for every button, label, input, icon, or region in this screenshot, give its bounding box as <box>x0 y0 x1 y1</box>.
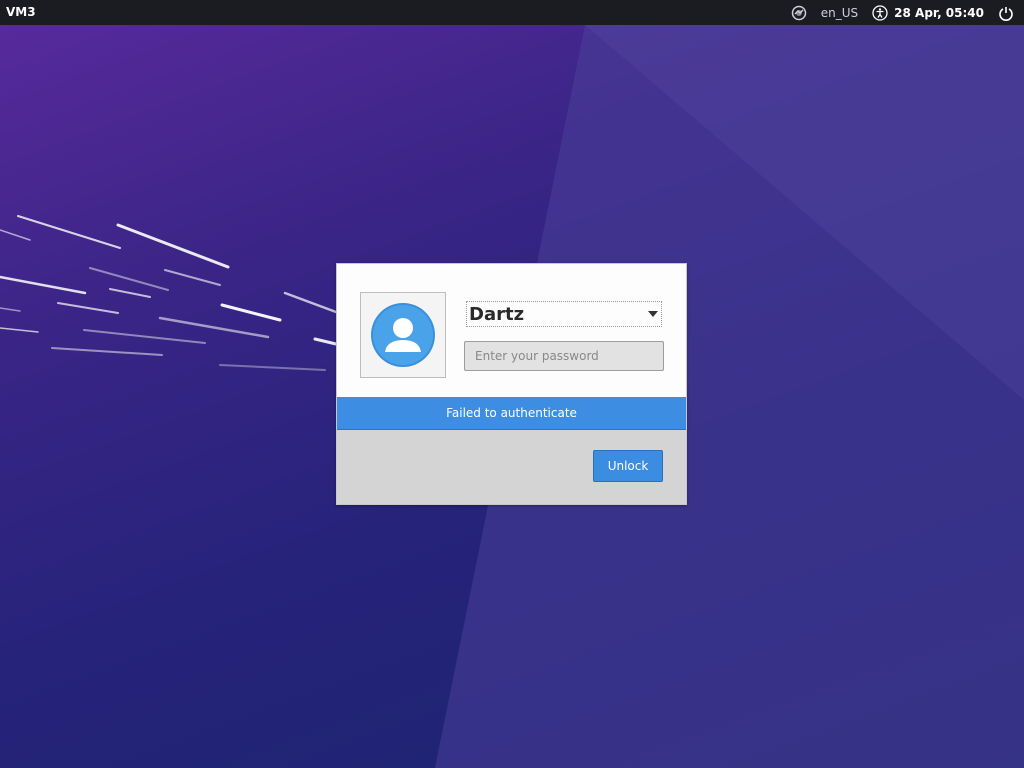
dialog-footer: Unlock <box>337 430 686 504</box>
network-icon[interactable] <box>791 5 807 21</box>
avatar <box>360 292 446 378</box>
password-field[interactable] <box>464 341 664 371</box>
error-message-bar: Failed to authenticate <box>337 397 686 430</box>
hostname-label: VM3 <box>6 5 36 19</box>
unlock-dialog: Dartz Failed to authenticate Unlock <box>336 263 687 505</box>
username-label: Dartz <box>469 303 525 325</box>
unlock-button[interactable]: Unlock <box>593 450 663 482</box>
system-tray: en_US 28 Apr, 05:40 <box>777 0 1014 25</box>
user-select-dropdown[interactable]: Dartz <box>466 301 662 327</box>
accessibility-icon[interactable]: 28 Apr, 05:40 <box>872 4 984 21</box>
datetime-label[interactable]: 28 Apr, 05:40 <box>894 6 984 20</box>
power-icon[interactable] <box>998 5 1014 21</box>
chevron-down-icon <box>648 311 658 317</box>
light-streaks <box>0 215 338 371</box>
error-message: Failed to authenticate <box>446 406 577 420</box>
top-panel: VM3 en_US 28 Apr, 05:40 <box>0 0 1024 25</box>
keyboard-layout-indicator[interactable]: en_US <box>821 6 858 20</box>
user-avatar-icon <box>371 303 435 367</box>
